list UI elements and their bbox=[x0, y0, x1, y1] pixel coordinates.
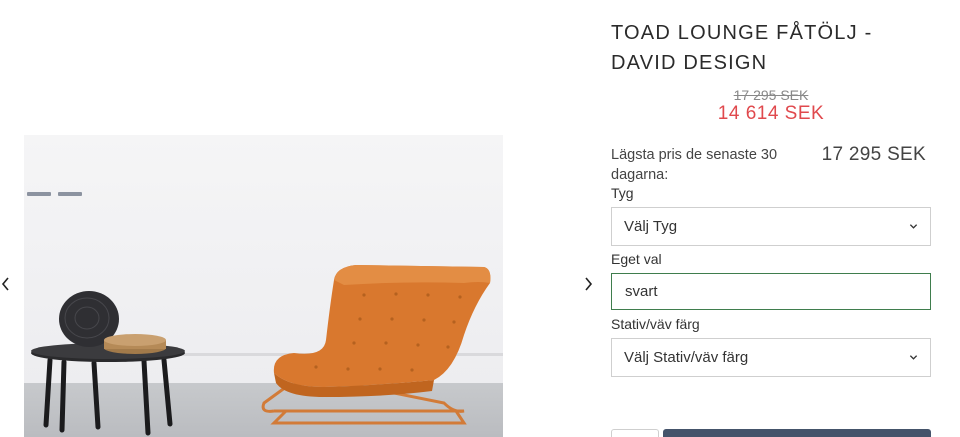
custom-choice-label: Eget val bbox=[611, 251, 662, 267]
chevron-down-icon bbox=[909, 224, 918, 229]
product-title: TOAD LOUNGE FÅTÖLJ - DAVID DESIGN bbox=[611, 22, 873, 74]
product-image bbox=[24, 135, 503, 437]
chevron-left-icon bbox=[1, 277, 9, 291]
fabric-label: Tyg bbox=[611, 185, 634, 201]
chevron-right-icon bbox=[585, 277, 593, 291]
lowest-price-value: 17 295 SEK bbox=[821, 144, 926, 165]
quantity-stepper[interactable] bbox=[611, 429, 659, 437]
gallery-prev-button[interactable] bbox=[0, 274, 14, 294]
chair-body bbox=[273, 265, 491, 387]
gallery-next-button[interactable] bbox=[580, 274, 596, 294]
frame-color-select-value: Välj Stativ/väv färg bbox=[624, 349, 749, 366]
chevron-down-icon bbox=[909, 355, 918, 360]
frame-color-select[interactable]: Välj Stativ/väv färg bbox=[611, 338, 931, 377]
lowest-price-label: Lägsta pris de senaste 30 dagarna: bbox=[611, 147, 778, 183]
product-illustration bbox=[31, 265, 491, 436]
add-to-cart-button[interactable] bbox=[663, 429, 931, 437]
fabric-select[interactable]: Välj Tyg bbox=[611, 207, 931, 246]
fabric-select-value: Välj Tyg bbox=[624, 218, 678, 235]
product-gallery bbox=[0, 0, 600, 437]
sale-price: 14 614 SEK bbox=[717, 103, 825, 124]
custom-choice-input[interactable] bbox=[611, 273, 931, 310]
product-details: TOAD LOUNGE FÅTÖLJ - DAVID DESIGN 17 295… bbox=[611, 0, 931, 437]
frame-color-label: Stativ/väv färg bbox=[611, 316, 700, 332]
original-price: 17 295 SEK bbox=[733, 87, 809, 103]
table-legs bbox=[43, 357, 173, 436]
